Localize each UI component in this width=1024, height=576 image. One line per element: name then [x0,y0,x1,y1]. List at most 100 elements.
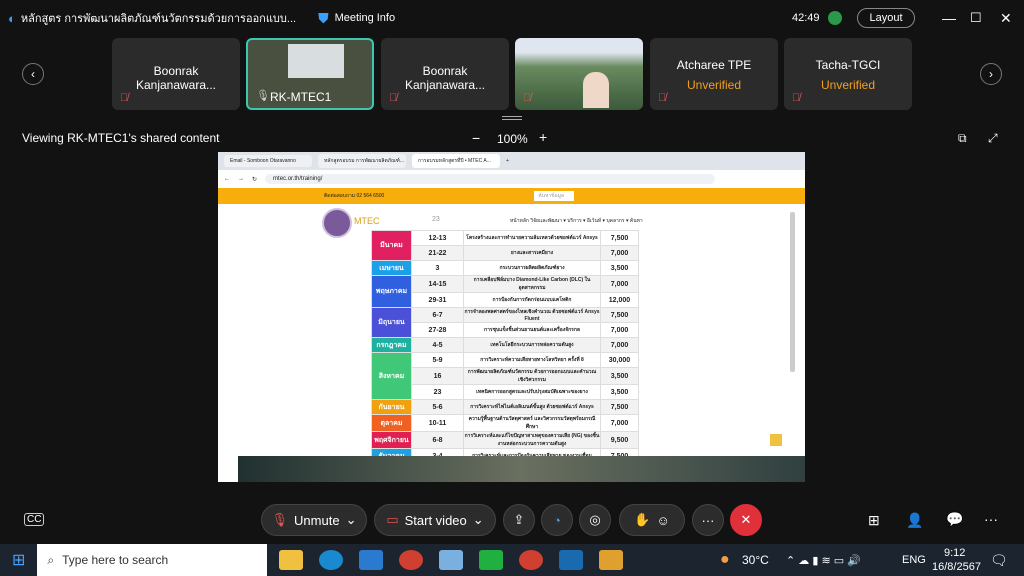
site-nav[interactable]: หน้าหลัก วิจัยและพัฒนา ▾ บริการ ▾ อีเว้น… [510,217,643,225]
edge-icon[interactable] [319,550,344,570]
course-cell[interactable]: การชุบแข็งชิ้นส่วนยานยนต์และเครื่องจักรก… [463,322,601,338]
mail-icon[interactable] [359,550,384,570]
zoom-out-button[interactable]: − [472,130,480,146]
course-cell[interactable]: เทคโนโลยีกระบวนการหล่อความดันสูง [463,337,601,353]
app-icon[interactable] [599,550,624,570]
close-button[interactable]: ✕ [1000,10,1012,27]
participant-tile-video[interactable]: 🎙̸ [515,38,643,110]
site-search-input[interactable]: ค้นหาข้อมูล [534,191,575,201]
chevron-down-icon[interactable]: ⌄ [473,512,484,528]
course-cell[interactable]: การวิเคราะห์และแก้ไขปัญหาสาเหตุของความเส… [463,431,601,449]
layout-button[interactable]: Layout [857,8,915,28]
share-button[interactable]: ⇪ [503,504,535,536]
price-cell: 7,500 [600,399,639,415]
browser-tab-active[interactable]: การอบรมหลักสูตรที่ปี • MTEC A... [412,154,500,168]
table-row: มีนาคม 12-13 โครงสร้างและการทำนายความล้มเห… [371,230,639,261]
table-row: พฤศจิกายน 6-8 การวิเคราะห์และแก้ไขปัญหาสาเ… [371,431,639,449]
pop-out-icon[interactable]: ⧉ [958,131,967,146]
clock-time[interactable]: 9:12 [944,547,965,559]
windows-start-icon[interactable]: ⊞ [12,550,25,570]
price-cell: 12,000 [600,292,639,308]
date-cell: 3 [411,260,464,276]
prev-participants-button[interactable]: ‹ [22,63,44,85]
participants-icon[interactable]: 👤 [906,512,923,529]
chat-icon[interactable]: 💬 [946,511,963,528]
course-cell[interactable]: การจำลองพลศาสตร์ของไหลเชิงคำนวณ ด้วยซอฟต… [463,307,601,323]
participant-tile-active[interactable]: RK-MTEC1 🎙 [246,38,374,110]
chrome-icon[interactable] [399,550,424,570]
course-cell[interactable]: กระบวนการผลิตผลิตภัณฑ์ยาง [463,260,601,276]
line-icon[interactable] [479,550,504,570]
weather-temp[interactable]: 30°C [742,553,769,567]
date-cell: 6-7 [411,307,464,323]
scroll-top-button[interactable] [770,434,782,446]
file-explorer-icon[interactable] [279,550,304,570]
more-button[interactable]: ··· [692,504,724,536]
date-cell: 10-11 [411,414,464,432]
start-video-button[interactable]: ▭ Start video ⌄ [374,504,496,536]
date-cell: 27-28 [411,322,464,338]
table-row: กรกฎาคม 4-5 เทคโนโลยีกระบวนการหล่อความดันส… [371,337,639,353]
course-cell[interactable]: การพัฒนาผลิตภัณฑ์นวัตกรรม ด้วยการออกแบบแ… [463,367,601,385]
participant-tile[interactable]: Atcharee TPE Unverified 🎙̸ [650,38,778,110]
fullscreen-icon[interactable]: ⤢ [988,131,998,146]
zoom-in-button[interactable]: + [539,129,547,145]
apps-icon[interactable]: ⊞ [868,512,880,529]
drag-handle[interactable] [502,116,522,120]
mic-muted-icon: 🎙̸ [658,92,667,104]
course-cell[interactable]: ความรู้พื้นฐานด้านวัสดุศาสตร์ และวิศวกรร… [463,414,601,432]
course-cell[interactable]: การเคลือบฟิล์มบาง Diamond-Like Carbon (D… [463,275,601,293]
participant-tile[interactable]: Boonrak Kanjanawara... 🎙̸ [381,38,509,110]
weather-icon[interactable]: ● [720,551,730,569]
price-cell: 7,000 [600,337,639,353]
price-cell: 30,000 [600,352,639,368]
month-cell: พฤศจิกายน [371,431,412,449]
shield-icon[interactable]: ⛊ [318,10,329,27]
captions-button[interactable]: CC [24,513,45,526]
reload-icon[interactable]: ↻ [252,176,257,183]
month-cell: กรกฎาคม [371,337,412,353]
chevron-down-icon[interactable]: ⌄ [346,512,357,528]
forward-icon[interactable]: → [238,176,244,182]
record-button[interactable]: ◎ [579,504,611,536]
course-cell[interactable]: โครงสร้างและการทำนายความล้มเหลวด้วยซอฟต์… [463,230,601,246]
scrollbar[interactable] [790,212,795,372]
participant-tile[interactable]: Boonrak Kanjanawara... 🎙̸ [112,38,240,110]
date-cell: 4-5 [411,337,464,353]
chrome-icon[interactable] [519,550,544,570]
course-cell[interactable]: เทคนิคการออกสูตรและปรับปรุงสมบัติเฉพาะขอ… [463,384,601,400]
browser-tab[interactable]: Email - Somboon Otaravanno [224,155,312,167]
table-row: พฤษภาคม 14-15 การเคลือบฟิล์มบาง Diamond-Li… [371,275,639,308]
raise-hand-icon[interactable]: ✋ [634,512,650,528]
taskbar-search-input[interactable]: ⌕ Type here to search [37,544,268,576]
back-icon[interactable]: ← [224,176,230,182]
ai-assistant-button[interactable]: ◔ [541,504,573,536]
course-cell[interactable]: การวิเคราะห์ไฟไนต์เอลิเมนต์ขั้นสูง ด้วยซ… [463,399,601,415]
tray-icons[interactable]: ⌃ ☁ ▮ ≋ ▭ 🔊 [786,554,861,567]
month-cell: มิถุนายน [371,307,412,338]
minimize-button[interactable]: — [942,10,956,26]
course-cell[interactable]: การวิเคราะห์ความเสียหายทางโลหวิทยา ครั้ง… [463,352,601,368]
participant-tile[interactable]: Tacha-TGCI Unverified 🎙̸ [784,38,912,110]
clock-date[interactable]: 16/8/2567 [932,561,981,573]
app-icon[interactable] [439,550,464,570]
table-row: 29-31 การป้องกันการกัดกร่อนแบบแคโทดิก 12,0… [372,292,639,308]
emoji-icon[interactable]: ☺ [656,513,669,528]
course-cell[interactable]: การป้องกันการกัดกร่อนแบบแคโทดิก [463,292,601,308]
end-call-button[interactable]: ✕ [730,504,762,536]
unmute-button[interactable]: 🎙 Unmute ⌄ [261,504,367,536]
desktop-background [238,456,805,482]
maximize-button[interactable]: ☐ [970,10,982,26]
course-cell[interactable]: ยางและสารเคมียาง [463,245,601,261]
more-options-icon[interactable]: ··· [984,511,998,527]
mic-muted-icon: 🎙̸ [792,92,801,104]
new-tab-button[interactable]: + [506,158,509,164]
next-participants-button[interactable]: › [980,63,1002,85]
webex-icon[interactable] [559,550,584,570]
browser-tab[interactable]: หลักสูตรอบรม การพัฒนาผลิตภัณฑ์... [318,154,406,168]
notifications-icon[interactable]: 🗨 [990,552,1008,569]
url-input[interactable]: mtec.or.th/training/ [265,174,716,184]
price-cell: 7,000 [600,322,639,338]
language-indicator[interactable]: ENG [902,554,926,566]
meeting-info-button[interactable]: Meeting Info [335,12,396,24]
